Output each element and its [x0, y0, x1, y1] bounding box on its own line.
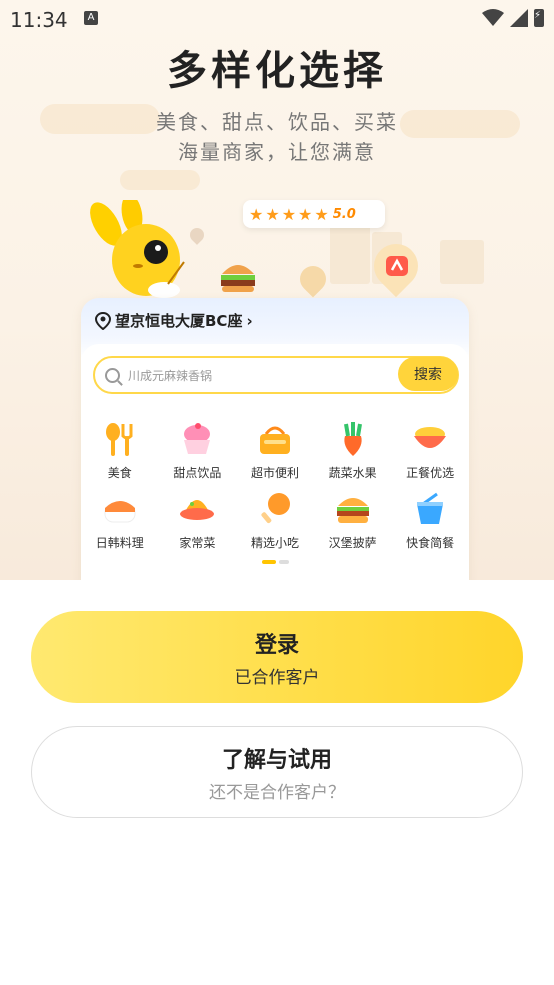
building-decoration [440, 240, 484, 284]
mascot-icon [90, 200, 185, 298]
category-meishi[interactable]: 美食 [81, 420, 159, 482]
learn-trial-button[interactable]: 了解与试用 还不是合作客户？ [31, 726, 523, 818]
notification-icon: A [84, 11, 98, 25]
page-dot-active [262, 560, 276, 564]
location-text: 望京恒电大厦BC座 [115, 312, 243, 330]
category-label: 正餐优选 [406, 466, 455, 480]
page-indicator [262, 560, 289, 564]
rating-badge: ★ ★ ★ ★ ★ 5.0 [243, 200, 385, 228]
login-title: 登录 [254, 632, 299, 658]
basket-icon [259, 426, 290, 454]
bowl-icon [414, 427, 447, 448]
card-body: 川成元麻辣香锅 搜索 美食 甜点饮品 超市便利 蔬菜水果 正餐优选 日韩料理 家… [81, 344, 469, 580]
map-pin-icon [294, 260, 332, 298]
category-kuaishi[interactable]: 快食简餐 [391, 490, 469, 552]
star-icon: ★ [298, 204, 313, 224]
star-icon: ★ [281, 204, 297, 224]
login-subtitle: 已合作客户 [234, 667, 320, 688]
subtitle-line-2: 海量商家，让您满意 [178, 140, 376, 164]
category-label: 甜点饮品 [173, 466, 222, 480]
search-bar[interactable]: 川成元麻辣香锅 搜索 [93, 356, 459, 394]
status-time: 11:34 [10, 8, 68, 32]
login-button[interactable]: 登录 已合作客户 [31, 611, 523, 703]
sushi-icon [104, 501, 136, 523]
category-rihan[interactable]: 日韩料理 [81, 490, 159, 552]
star-icon: ★ [265, 204, 280, 224]
preview-card: 望京恒电大厦BC座 › 川成元麻辣香锅 搜索 美食 甜点饮品 超市便利 蔬菜水果… [81, 298, 469, 580]
cloud-decoration [120, 170, 200, 190]
category-tiandian[interactable]: 甜点饮品 [159, 420, 237, 482]
utensils-icon [105, 423, 133, 456]
chevron-right-icon: › [246, 311, 253, 330]
dessert-icon [184, 423, 211, 454]
dish-icon [180, 500, 215, 520]
page-dot [279, 560, 289, 564]
search-button[interactable]: 搜索 [398, 357, 458, 391]
category-hanbao[interactable]: 汉堡披萨 [314, 490, 392, 552]
category-zhengcan[interactable]: 正餐优选 [391, 420, 469, 482]
status-icons [482, 9, 544, 27]
location-pin-icon [95, 311, 111, 330]
star-icon: ★ [249, 204, 264, 224]
battery-icon [534, 9, 544, 27]
category-shucai[interactable]: 蔬菜水果 [314, 420, 392, 482]
category-label: 汉堡披萨 [328, 536, 377, 550]
category-label: 日韩料理 [95, 536, 144, 550]
subtitle-line-1: 美食、甜点、饮品、买菜 [156, 110, 398, 134]
star-icon: ★ [314, 204, 329, 224]
category-xiaochi[interactable]: 精选小吃 [236, 490, 314, 552]
category-grid: 美食 甜点饮品 超市便利 蔬菜水果 正餐优选 日韩料理 家常菜 精选小吃 汉堡披… [81, 420, 469, 552]
signal-icon [510, 9, 528, 27]
category-label: 精选小吃 [250, 536, 299, 550]
category-label: 蔬菜水果 [328, 466, 377, 480]
drumstick-icon [261, 493, 290, 524]
hero-banner: 11:34 A 多样化选择 美食、甜点、饮品、买菜 海量商家，让您满意 ★ ★ … [0, 0, 554, 580]
shop-logo-icon [386, 256, 408, 276]
carrot-icon [343, 422, 362, 456]
category-label: 超市便利 [250, 466, 299, 480]
category-label: 家常菜 [179, 536, 216, 550]
search-icon [105, 367, 120, 383]
takeout-icon [417, 492, 444, 524]
trial-subtitle: 还不是合作客户？ [209, 782, 345, 803]
rating-value: 5.0 [332, 206, 356, 222]
wifi-icon [482, 9, 504, 26]
category-jiachang[interactable]: 家常菜 [159, 490, 237, 552]
category-label: 快食简餐 [406, 536, 455, 550]
category-label: 美食 [107, 466, 132, 480]
page-title: 多样化选择 [167, 48, 387, 94]
trial-title: 了解与试用 [221, 747, 332, 773]
burger-icon [336, 498, 369, 523]
burger-illustration-icon [221, 265, 255, 292]
status-bar: 11:34 A [0, 0, 554, 38]
category-chaoshi[interactable]: 超市便利 [236, 420, 314, 482]
location-selector[interactable]: 望京恒电大厦BC座 › [95, 310, 253, 331]
